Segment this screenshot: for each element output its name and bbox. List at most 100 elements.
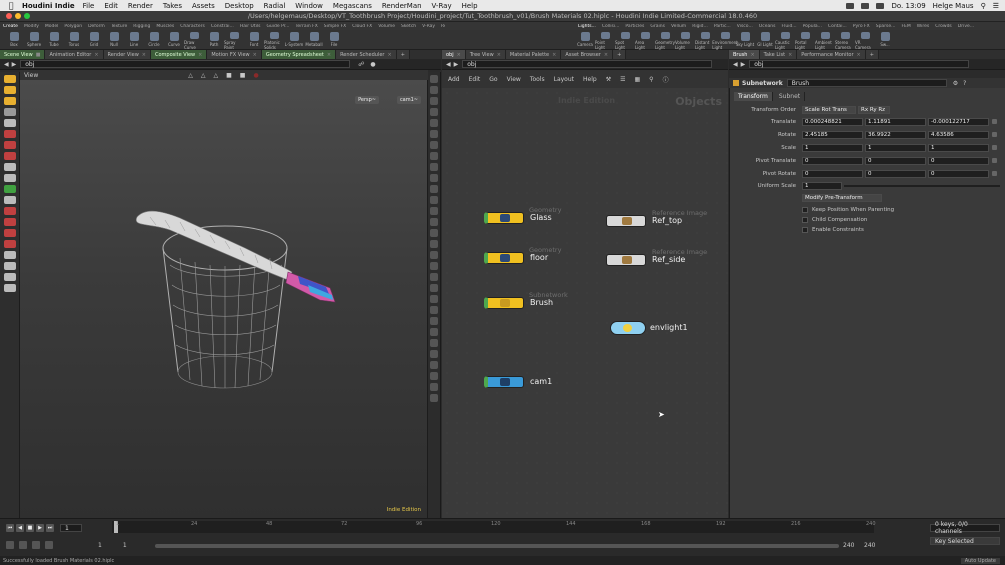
shelf-tool-button[interactable]: Area Light [635, 30, 655, 50]
tab-subnet[interactable]: Subnet [774, 92, 806, 101]
help-icon[interactable]: ? [963, 80, 966, 87]
param-field-z[interactable]: 1 [928, 144, 989, 152]
tab-asset-browser[interactable]: Asset Browser × [561, 50, 614, 59]
param-field-x[interactable]: 1 [802, 144, 863, 152]
viewport-tool-icon[interactable] [4, 163, 16, 171]
viewport-tool-icon[interactable]: △ [201, 72, 206, 79]
shelf-tab[interactable]: V-Ray [422, 24, 435, 29]
tab-render-scheduler[interactable]: Render Scheduler × [336, 50, 397, 59]
display-option-icon[interactable] [430, 383, 438, 391]
scene-path-field[interactable]: obj [20, 60, 351, 68]
viewport-tool-icon[interactable] [4, 207, 16, 215]
shelf-tool-button[interactable]: Path [204, 30, 224, 50]
search-icon[interactable]: ⚲ [981, 2, 986, 10]
shelf-tab[interactable]: Sketch [401, 24, 416, 29]
shelf-tab[interactable]: FEM [901, 24, 910, 29]
shelf-tool-button[interactable]: L-System [284, 30, 304, 50]
display-option-icon[interactable] [430, 372, 438, 380]
menu-help[interactable]: Help [583, 76, 597, 83]
dropbox-icon[interactable] [846, 2, 855, 9]
shelf-tab[interactable]: Hair Utils [240, 24, 261, 29]
shelf-tab[interactable]: Popula... [803, 24, 822, 29]
display-option-icon[interactable] [430, 130, 438, 138]
param-field-y[interactable]: 1 [865, 144, 926, 152]
viewport-tool-icon[interactable] [4, 119, 16, 127]
menu-edit[interactable]: Edit [104, 2, 118, 10]
shelf-tool-button[interactable]: Draw Curve [184, 30, 204, 50]
menu-help[interactable]: Help [462, 2, 478, 10]
menu-vray[interactable]: V-Ray [432, 2, 452, 10]
display-option-icon[interactable] [430, 240, 438, 248]
menu-edit[interactable]: Edit [469, 76, 481, 83]
param-field-z[interactable]: 4.63586 [928, 131, 989, 139]
shelf-tab[interactable]: Sparse... [876, 24, 896, 29]
jump-start-button[interactable]: ⏮ [6, 524, 14, 532]
viewport-tool-icon[interactable] [4, 273, 16, 281]
viewport-tool-icon[interactable] [4, 108, 16, 116]
stop-button[interactable]: ■ [26, 524, 34, 532]
display-option-icon[interactable] [430, 273, 438, 281]
display-option-icon[interactable] [430, 218, 438, 226]
shelf-tool-button[interactable]: Ambient Light [815, 30, 835, 50]
range-button[interactable] [6, 541, 14, 549]
back-arrow-icon[interactable]: ◀ [446, 61, 451, 68]
shelf-tab[interactable]: Deform [88, 24, 105, 29]
tab-performance-monitor[interactable]: Performance Monitor × [797, 50, 866, 59]
display-option-icon[interactable] [430, 251, 438, 259]
record-icon[interactable]: ● [253, 72, 258, 79]
display-option-icon[interactable] [430, 284, 438, 292]
shelf-tool-button[interactable]: Null [104, 30, 124, 50]
shelf-tool-button[interactable]: Sky Light [735, 30, 755, 50]
list-icon[interactable]: ☰ [620, 76, 625, 83]
child-compensation-checkbox[interactable] [802, 217, 808, 223]
display-option-icon[interactable] [430, 141, 438, 149]
key-icon[interactable] [992, 158, 997, 163]
shelf-tool-button[interactable]: Line [124, 30, 144, 50]
range-button[interactable] [32, 541, 40, 549]
param-field-x[interactable]: 0 [802, 157, 863, 165]
viewport-tool-icon[interactable] [4, 262, 16, 270]
tab-brush-params[interactable]: Brush × [729, 50, 760, 59]
uniform-scale-slider[interactable] [844, 185, 1000, 187]
viewport-tool-icon[interactable] [4, 218, 16, 226]
shelf-tab[interactable]: Collisi... [602, 24, 620, 29]
viewport-tool-icon[interactable] [4, 196, 16, 204]
display-option-icon[interactable] [430, 185, 438, 193]
display-option-icon[interactable] [430, 108, 438, 116]
shelf-tool-button[interactable]: Tube [44, 30, 64, 50]
forward-arrow-icon[interactable]: ▶ [454, 61, 459, 68]
viewport-tool-icon[interactable]: △ [214, 72, 219, 79]
shelf-tool-button[interactable]: Grid [84, 30, 104, 50]
menu-list-icon[interactable]: ☰ [993, 2, 999, 10]
tab-render-view[interactable]: Render View × [103, 50, 151, 59]
key-selected-menu[interactable]: Key Selected [930, 537, 1000, 545]
display-option-icon[interactable] [430, 295, 438, 303]
menu-assets[interactable]: Assets [192, 2, 215, 10]
param-field-x[interactable]: 0 [802, 170, 863, 178]
forward-arrow-icon[interactable]: ▶ [12, 61, 17, 68]
shelf-tool-button[interactable]: Stereo Camera [835, 30, 855, 50]
clock[interactable]: Do. 13:09 [891, 2, 925, 10]
param-field-y[interactable]: 1.11891 [865, 118, 926, 126]
user-name[interactable]: Helge Maus [933, 2, 974, 10]
tab-scene-view[interactable]: Scene View ■ [0, 50, 46, 59]
shelf-tab[interactable]: Modify [24, 24, 39, 29]
display-option-icon[interactable] [430, 174, 438, 182]
shelf-tab[interactable]: Vellum [671, 24, 686, 29]
modify-pretransform-menu[interactable]: Modify Pre-Transform [802, 194, 882, 202]
shelf-tool-button[interactable]: Spray Paint [224, 30, 244, 50]
menu-renderman[interactable]: RenderMan [382, 2, 422, 10]
shelf-tool-button[interactable]: Point Light [595, 30, 615, 50]
transform-order-select[interactable]: Scale Rot Trans [802, 106, 856, 114]
shelf-tool-button[interactable]: Spot Light [615, 30, 635, 50]
close-window-button[interactable] [6, 13, 12, 19]
menu-window[interactable]: Window [295, 2, 323, 10]
step-back-button[interactable]: ◀ [16, 524, 24, 532]
shelf-tool-button[interactable]: Torus [64, 30, 84, 50]
shelf-tab[interactable]: Muscles [156, 24, 174, 29]
display-option-icon[interactable] [430, 207, 438, 215]
shelf-tab[interactable]: Create [3, 24, 18, 29]
shelf-tool-button[interactable]: Caustic Light [775, 30, 795, 50]
display-option-icon[interactable] [430, 152, 438, 160]
shelf-tab[interactable]: Volume [378, 24, 395, 29]
